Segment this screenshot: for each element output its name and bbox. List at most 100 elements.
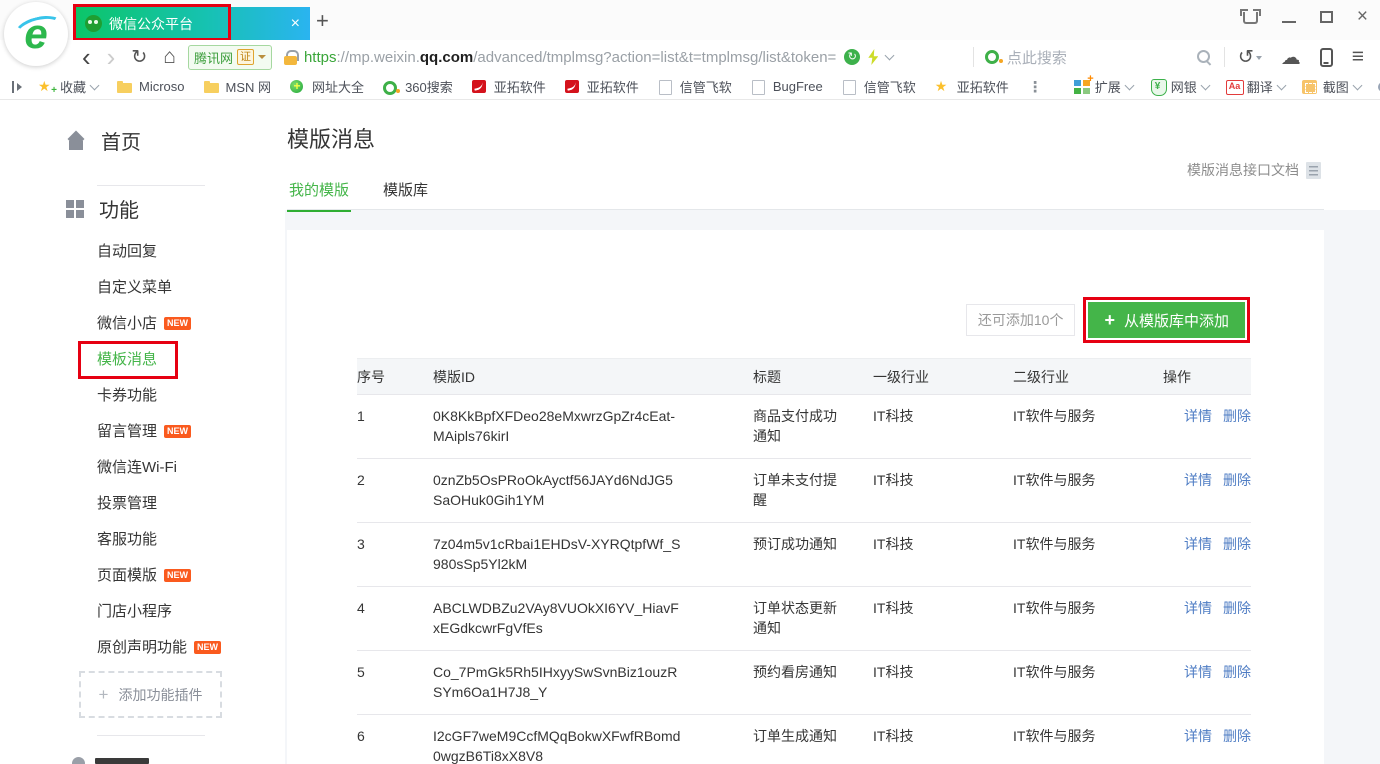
delete-link[interactable]: 删除 [1223, 408, 1251, 424]
url-dropdown-icon[interactable] [885, 51, 895, 61]
search-box[interactable]: 点此搜索 [985, 47, 1213, 68]
sidebar-item[interactable]: 页面模版NEW [0, 558, 285, 594]
browser-tool-item[interactable]: 翻译 [1226, 77, 1285, 96]
delete-link[interactable]: 删除 [1223, 728, 1251, 744]
sidebar-item[interactable]: 自定义菜单 [0, 270, 285, 306]
detail-link[interactable]: 详情 [1184, 472, 1212, 488]
undo-closed-tab-button[interactable]: ↺ [1238, 46, 1262, 69]
sidebar-item[interactable]: 门店小程序 [0, 594, 285, 630]
bookmark-item[interactable]: 网址大全 [290, 77, 364, 96]
sidebar-item[interactable]: 客服功能 [0, 522, 285, 558]
sidebar-item-home[interactable]: 首页 [66, 126, 141, 155]
speed-mode-icon[interactable] [868, 49, 878, 65]
close-window-button[interactable]: × [1357, 10, 1368, 24]
sidebar-item[interactable]: 投票管理 [0, 486, 285, 522]
bookmark-label: 信管飞软 [864, 77, 916, 96]
cell-industry1: IT科技 [873, 459, 1013, 523]
sidebar-menu: 自动回复 自定义菜单 微信小店NEW 模板消息 [0, 234, 285, 666]
grid-icon [66, 200, 84, 218]
home-button[interactable]: ⌂ [163, 45, 176, 69]
add-from-library-button[interactable]: + 从模版库中添加 [1088, 302, 1245, 338]
cell-index: 1 [357, 395, 433, 459]
bookmark-icon [204, 79, 221, 94]
sidebar-toggle-icon[interactable] [10, 80, 24, 94]
bookmark-overflow-icon[interactable]: ⋮ [1028, 78, 1043, 96]
browser-tab[interactable]: 微信公众平台 × [75, 7, 310, 40]
cloud-sync-icon[interactable]: ☁ [1281, 45, 1301, 70]
sidebar-item[interactable]: 留言管理NEW [0, 414, 285, 450]
bookmark-item[interactable]: 收藏 [38, 77, 98, 96]
add-plugin-button[interactable]: + 添加功能插件 [79, 671, 222, 718]
cell-template-id: Co_7PmGk5Rh5IHxyySwSvnBiz1ouzRSYm6Oa1H7J… [433, 662, 681, 702]
menu-icon[interactable]: ≡ [1352, 45, 1364, 69]
cell-industry2: IT软件与服务 [1013, 459, 1163, 523]
bookmark-item[interactable]: 亚拓软件 [472, 77, 546, 96]
sidebar-item[interactable]: 自动回复 [0, 234, 285, 270]
delete-link[interactable]: 删除 [1223, 600, 1251, 616]
tab-my-templates[interactable]: 我的模版 [287, 179, 351, 212]
bookmark-item[interactable]: 亚拓软件 [565, 77, 639, 96]
reload-button[interactable]: ↻ [131, 46, 147, 69]
search-icon[interactable] [1196, 49, 1213, 66]
tab-strip: e 微信公众平台 × + × [0, 0, 1380, 40]
browser-tool-item[interactable]: 网银 [1150, 77, 1209, 96]
bookmark-item[interactable]: 360搜索 [383, 77, 453, 96]
bookmark-item[interactable]: 信管飞软 [658, 77, 732, 96]
main-header: 模版消息 模版消息接口文档 我的模版 模版库 [285, 100, 1380, 210]
browser-tool-item[interactable]: 扩展 [1074, 77, 1133, 96]
browser-logo-icon[interactable]: e [4, 2, 68, 66]
chevron-down-icon [258, 55, 266, 59]
delete-link[interactable]: 删除 [1223, 664, 1251, 680]
chevron-down-icon [1276, 80, 1286, 90]
sidebar-item[interactable]: 原创声明功能NEW [0, 630, 285, 666]
translate-page-icon[interactable] [844, 49, 860, 65]
sidebar-item[interactable]: 微信小店NEW [0, 306, 285, 342]
detail-link[interactable]: 详情 [1184, 664, 1212, 680]
tab-template-library[interactable]: 模版库 [381, 179, 430, 210]
theme-skin-icon[interactable] [1243, 12, 1258, 24]
sidebar-item[interactable]: 模板消息 [0, 342, 285, 378]
tab-close-icon[interactable]: × [291, 15, 300, 33]
sidebar-clipped-item [72, 757, 149, 764]
sidebar-item-label: 投票管理 [97, 495, 157, 512]
divider [97, 185, 205, 186]
sidebar-section-features[interactable]: 功能 [66, 194, 139, 223]
cell-title: 预约看房通知 [753, 662, 837, 682]
bookmark-item[interactable]: 信管飞软 [842, 77, 916, 96]
bookmark-item[interactable]: MSN 网 [204, 77, 272, 96]
bookmark-icon [658, 79, 675, 94]
detail-link[interactable]: 详情 [1184, 536, 1212, 552]
api-doc-link[interactable]: 模版消息接口文档 [1187, 160, 1321, 180]
bookmark-item[interactable]: Microso [117, 79, 185, 94]
tool-icon [1302, 79, 1319, 95]
tab-title: 微信公众平台 [109, 14, 283, 34]
cell-title: 订单生成通知 [753, 726, 837, 746]
page-title: 模版消息 [287, 122, 375, 154]
cell-index: 2 [357, 459, 433, 523]
search-engine-icon[interactable] [985, 50, 999, 64]
address-bar[interactable]: https://mp.weixin.qq.com/advanced/tmplms… [282, 49, 962, 66]
cell-title: 订单状态更新通知 [753, 598, 849, 638]
back-button[interactable]: ‹ [82, 47, 91, 67]
delete-link[interactable]: 删除 [1223, 472, 1251, 488]
bookmark-item[interactable]: BugFree [751, 79, 823, 94]
sidebar-item[interactable]: 微信连Wi-Fi [0, 450, 285, 486]
mobile-icon[interactable] [1320, 48, 1333, 67]
sidebar-item[interactable]: 卡券功能 [0, 378, 285, 414]
browser-tool-item[interactable]: 截图 [1302, 77, 1361, 96]
sidebar-item-label: 微信小店 [97, 315, 157, 332]
detail-link[interactable]: 详情 [1184, 600, 1212, 616]
maximize-button[interactable] [1320, 11, 1333, 23]
tool-label: 扩展 [1095, 77, 1121, 96]
table-header-row: 序号 模版ID 标题 一级行业 二级行业 操作 [357, 359, 1251, 395]
detail-link[interactable]: 详情 [1184, 728, 1212, 744]
forward-button[interactable]: › [107, 47, 116, 67]
delete-link[interactable]: 删除 [1223, 536, 1251, 552]
minimize-button[interactable] [1282, 21, 1296, 23]
site-identity-badge[interactable]: 腾讯网 证 [188, 45, 272, 70]
detail-link[interactable]: 详情 [1184, 408, 1212, 424]
new-badge: NEW [164, 425, 191, 438]
table-row: 6 I2cGF7weM9CcfMQqBokwXFwfRBomd0wgzB6Ti8… [357, 715, 1251, 764]
bookmark-item[interactable]: 亚拓软件 [935, 77, 1009, 96]
new-tab-button[interactable]: + [316, 8, 329, 34]
